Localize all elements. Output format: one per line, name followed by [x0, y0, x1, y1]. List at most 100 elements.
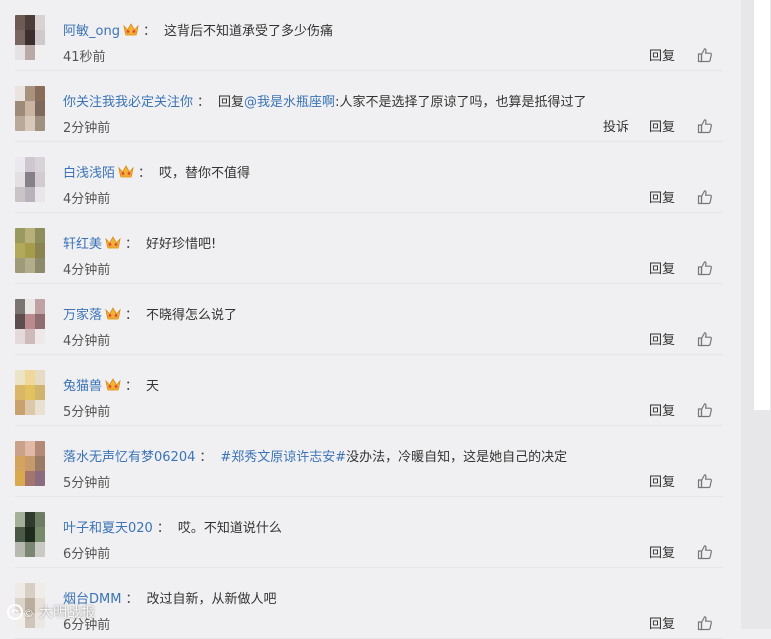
username-link[interactable]: 万家落	[63, 304, 102, 323]
avatar-pixel	[25, 400, 35, 415]
right-gutter	[741, 0, 771, 629]
comment-item: 你关注我我必定关注你：回复 @我是水瓶座啊:人家不是选择了原谅了吗，也算是抵得过了…	[0, 71, 741, 142]
avatar[interactable]	[15, 228, 45, 273]
avatar[interactable]	[15, 370, 45, 415]
username-link[interactable]: 你关注我我必定关注你	[63, 91, 193, 110]
comment-timestamp: 5分钟前	[63, 476, 111, 491]
reply-button[interactable]: 回复	[649, 471, 675, 490]
reply-button[interactable]: 回复	[649, 329, 675, 348]
avatar-pixel	[35, 385, 45, 400]
thumbs-up-icon[interactable]	[697, 260, 713, 276]
thumbs-up-icon[interactable]	[697, 402, 713, 418]
crown-badge-icon	[105, 306, 121, 320]
reply-button[interactable]: 回复	[649, 116, 675, 135]
reply-button[interactable]: 回复	[649, 187, 675, 206]
avatar-pixel	[35, 15, 45, 30]
avatar-pixel	[35, 243, 45, 258]
watermark: © 大明战报	[6, 602, 95, 622]
avatar-pixel	[25, 441, 35, 456]
avatar-pixel	[15, 30, 25, 45]
comment-content-line: 叶子和夏天020： 哎。不知道说什么	[63, 516, 282, 536]
colon-separator: ：	[125, 307, 139, 323]
colon-separator: ：	[125, 378, 139, 394]
reply-button[interactable]: 回复	[649, 45, 675, 64]
avatar-pixel	[25, 86, 35, 101]
avatar[interactable]	[15, 15, 45, 60]
comment-text: 改过自新，从新做人吧	[146, 591, 277, 607]
avatar[interactable]	[15, 441, 45, 486]
avatar[interactable]	[15, 86, 45, 131]
thumbs-up-icon[interactable]	[697, 331, 713, 347]
comment-content-line: 轩红美 ： 好好珍惜吧!	[63, 232, 216, 252]
reply-button[interactable]: 回复	[649, 258, 675, 277]
username-link[interactable]: 叶子和夏天020	[63, 517, 153, 536]
avatar-pixel	[25, 512, 35, 527]
scrollbar[interactable]	[753, 0, 770, 410]
colon-separator: ：	[197, 94, 211, 110]
comment-content-line: 烟台DMM：改过自新，从新做人吧	[63, 587, 276, 607]
crown-badge-icon	[105, 235, 121, 249]
avatar-pixel	[25, 157, 35, 172]
avatar-pixel	[25, 228, 35, 243]
avatar-pixel	[15, 527, 25, 542]
avatar-pixel	[15, 385, 25, 400]
comment-content-line: 阿敏_ong ： 这背后不知道承受了多少伤痛	[63, 19, 333, 39]
avatar[interactable]	[15, 157, 45, 202]
username-link[interactable]: 阿敏_ong	[63, 20, 120, 39]
hashtag-link[interactable]: #郑秀文原谅许志安#	[220, 446, 346, 465]
thumbs-up-icon[interactable]	[697, 118, 713, 134]
comment-text: 天	[146, 378, 160, 394]
reply-button[interactable]: 回复	[649, 542, 675, 561]
report-button[interactable]: 投诉	[603, 116, 629, 135]
username-link[interactable]: 白浅浅陌	[63, 162, 115, 181]
avatar-pixel	[35, 583, 45, 598]
comment-text: 哎。不知道说什么	[177, 520, 282, 536]
avatar-pixel	[25, 370, 35, 385]
reply-button[interactable]: 回复	[649, 400, 675, 419]
colon-separator: ：	[125, 591, 139, 607]
avatar[interactable]	[15, 299, 45, 344]
comment-text: :人家不是选择了原谅了吗，也算是抵得过了	[335, 94, 587, 110]
comment-text: 好好珍惜吧!	[146, 236, 217, 252]
username-link[interactable]: 轩红美	[63, 233, 102, 252]
avatar-pixel	[15, 441, 25, 456]
comment-actions: 回复	[649, 471, 713, 490]
username-link[interactable]: 兔猫兽	[63, 375, 102, 394]
avatar-pixel	[25, 172, 35, 187]
avatar-pixel	[15, 45, 25, 60]
avatar-pixel	[25, 471, 35, 486]
avatar-pixel	[35, 299, 45, 314]
colon-separator: ：	[125, 236, 139, 252]
avatar-pixel	[25, 329, 35, 344]
crown-badge-icon	[123, 22, 139, 36]
avatar-pixel	[15, 400, 25, 415]
thumbs-up-icon[interactable]	[697, 615, 713, 631]
avatar-pixel	[25, 542, 35, 557]
comment-text: 不晓得怎么说了	[146, 307, 238, 323]
avatar-pixel	[35, 542, 45, 557]
thumbs-up-icon[interactable]	[697, 544, 713, 560]
avatar-pixel	[35, 370, 45, 385]
thumbs-up-icon[interactable]	[697, 473, 713, 489]
comment-item: 叶子和夏天020： 哎。不知道说什么 6分钟前 回复	[0, 497, 741, 568]
avatar[interactable]	[15, 512, 45, 557]
avatar-pixel	[15, 456, 25, 471]
avatar-pixel	[35, 172, 45, 187]
comment-content-line: 落水无声忆有梦06204： #郑秀文原谅许志安# 没办法，冷暖自知，这是她自己的决定	[63, 445, 567, 465]
comment-timestamp: 6分钟前	[63, 547, 111, 562]
avatar-pixel	[15, 116, 25, 131]
comment-content-line: 你关注我我必定关注你： 回复 @我是水瓶座啊:人家不是选择了原谅了吗，也算是抵得过了	[63, 90, 586, 110]
avatar-pixel	[25, 299, 35, 314]
mention-link[interactable]: @我是水瓶座啊	[244, 91, 335, 110]
reply-button[interactable]: 回复	[649, 613, 675, 632]
thumbs-up-icon[interactable]	[697, 189, 713, 205]
avatar-pixel	[15, 299, 25, 314]
comment-content-line: 万家落 ： 不晓得怎么说了	[63, 303, 237, 323]
comment-timestamp: 5分钟前	[63, 405, 111, 420]
username-link[interactable]: 落水无声忆有梦06204	[63, 446, 195, 465]
avatar-pixel	[35, 471, 45, 486]
avatar-pixel	[25, 456, 35, 471]
thumbs-up-icon[interactable]	[697, 47, 713, 63]
avatar-pixel	[25, 583, 35, 598]
colon-separator: ：	[142, 23, 156, 39]
